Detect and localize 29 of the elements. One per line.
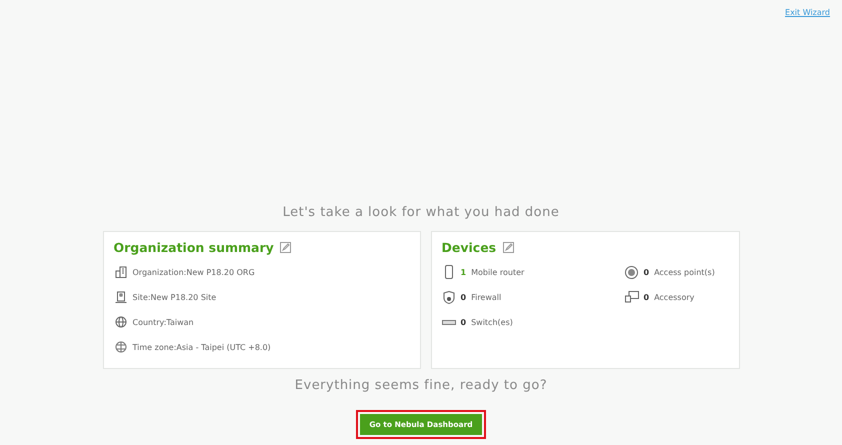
device-count: 0	[460, 318, 466, 326]
device-label: Mobile router	[471, 268, 524, 276]
page-heading: Let's take a look for what you had done	[282, 205, 560, 220]
device-label: Accessory	[654, 292, 694, 302]
device-label: Access point(s)	[654, 268, 715, 276]
device-count: 1	[460, 268, 466, 276]
device-count: 0	[460, 292, 466, 302]
shield-icon	[442, 290, 456, 304]
device-count: 0	[644, 292, 650, 302]
edit-icon[interactable]	[501, 242, 516, 253]
building-icon	[114, 266, 128, 278]
device-label: Switch(es)	[471, 318, 513, 326]
exit-wizard-link[interactable]: Exit Wizard	[785, 8, 830, 17]
ready-message: Everything seems fine, ready to go?	[294, 378, 548, 393]
card-title: Organization summary	[114, 240, 274, 255]
circle-icon	[624, 266, 638, 278]
summary-text: Organization:New P18.20 ORG	[132, 268, 255, 276]
edit-icon[interactable]	[278, 242, 293, 253]
kiosk-icon	[114, 291, 128, 303]
globe-icon	[114, 341, 128, 353]
summary-text: Country:Taiwan	[132, 318, 194, 326]
card-title: Devices	[442, 240, 496, 255]
summary-text: Site:New P18.20 Site	[132, 292, 216, 302]
summary-text: Time zone:Asia - Taipei (UTC +8.0)	[132, 342, 271, 352]
globe-icon	[114, 316, 128, 328]
screens-icon	[624, 291, 638, 303]
device-label: Firewall	[471, 292, 502, 302]
switch-icon	[442, 320, 456, 324]
device-count: 0	[644, 268, 650, 276]
